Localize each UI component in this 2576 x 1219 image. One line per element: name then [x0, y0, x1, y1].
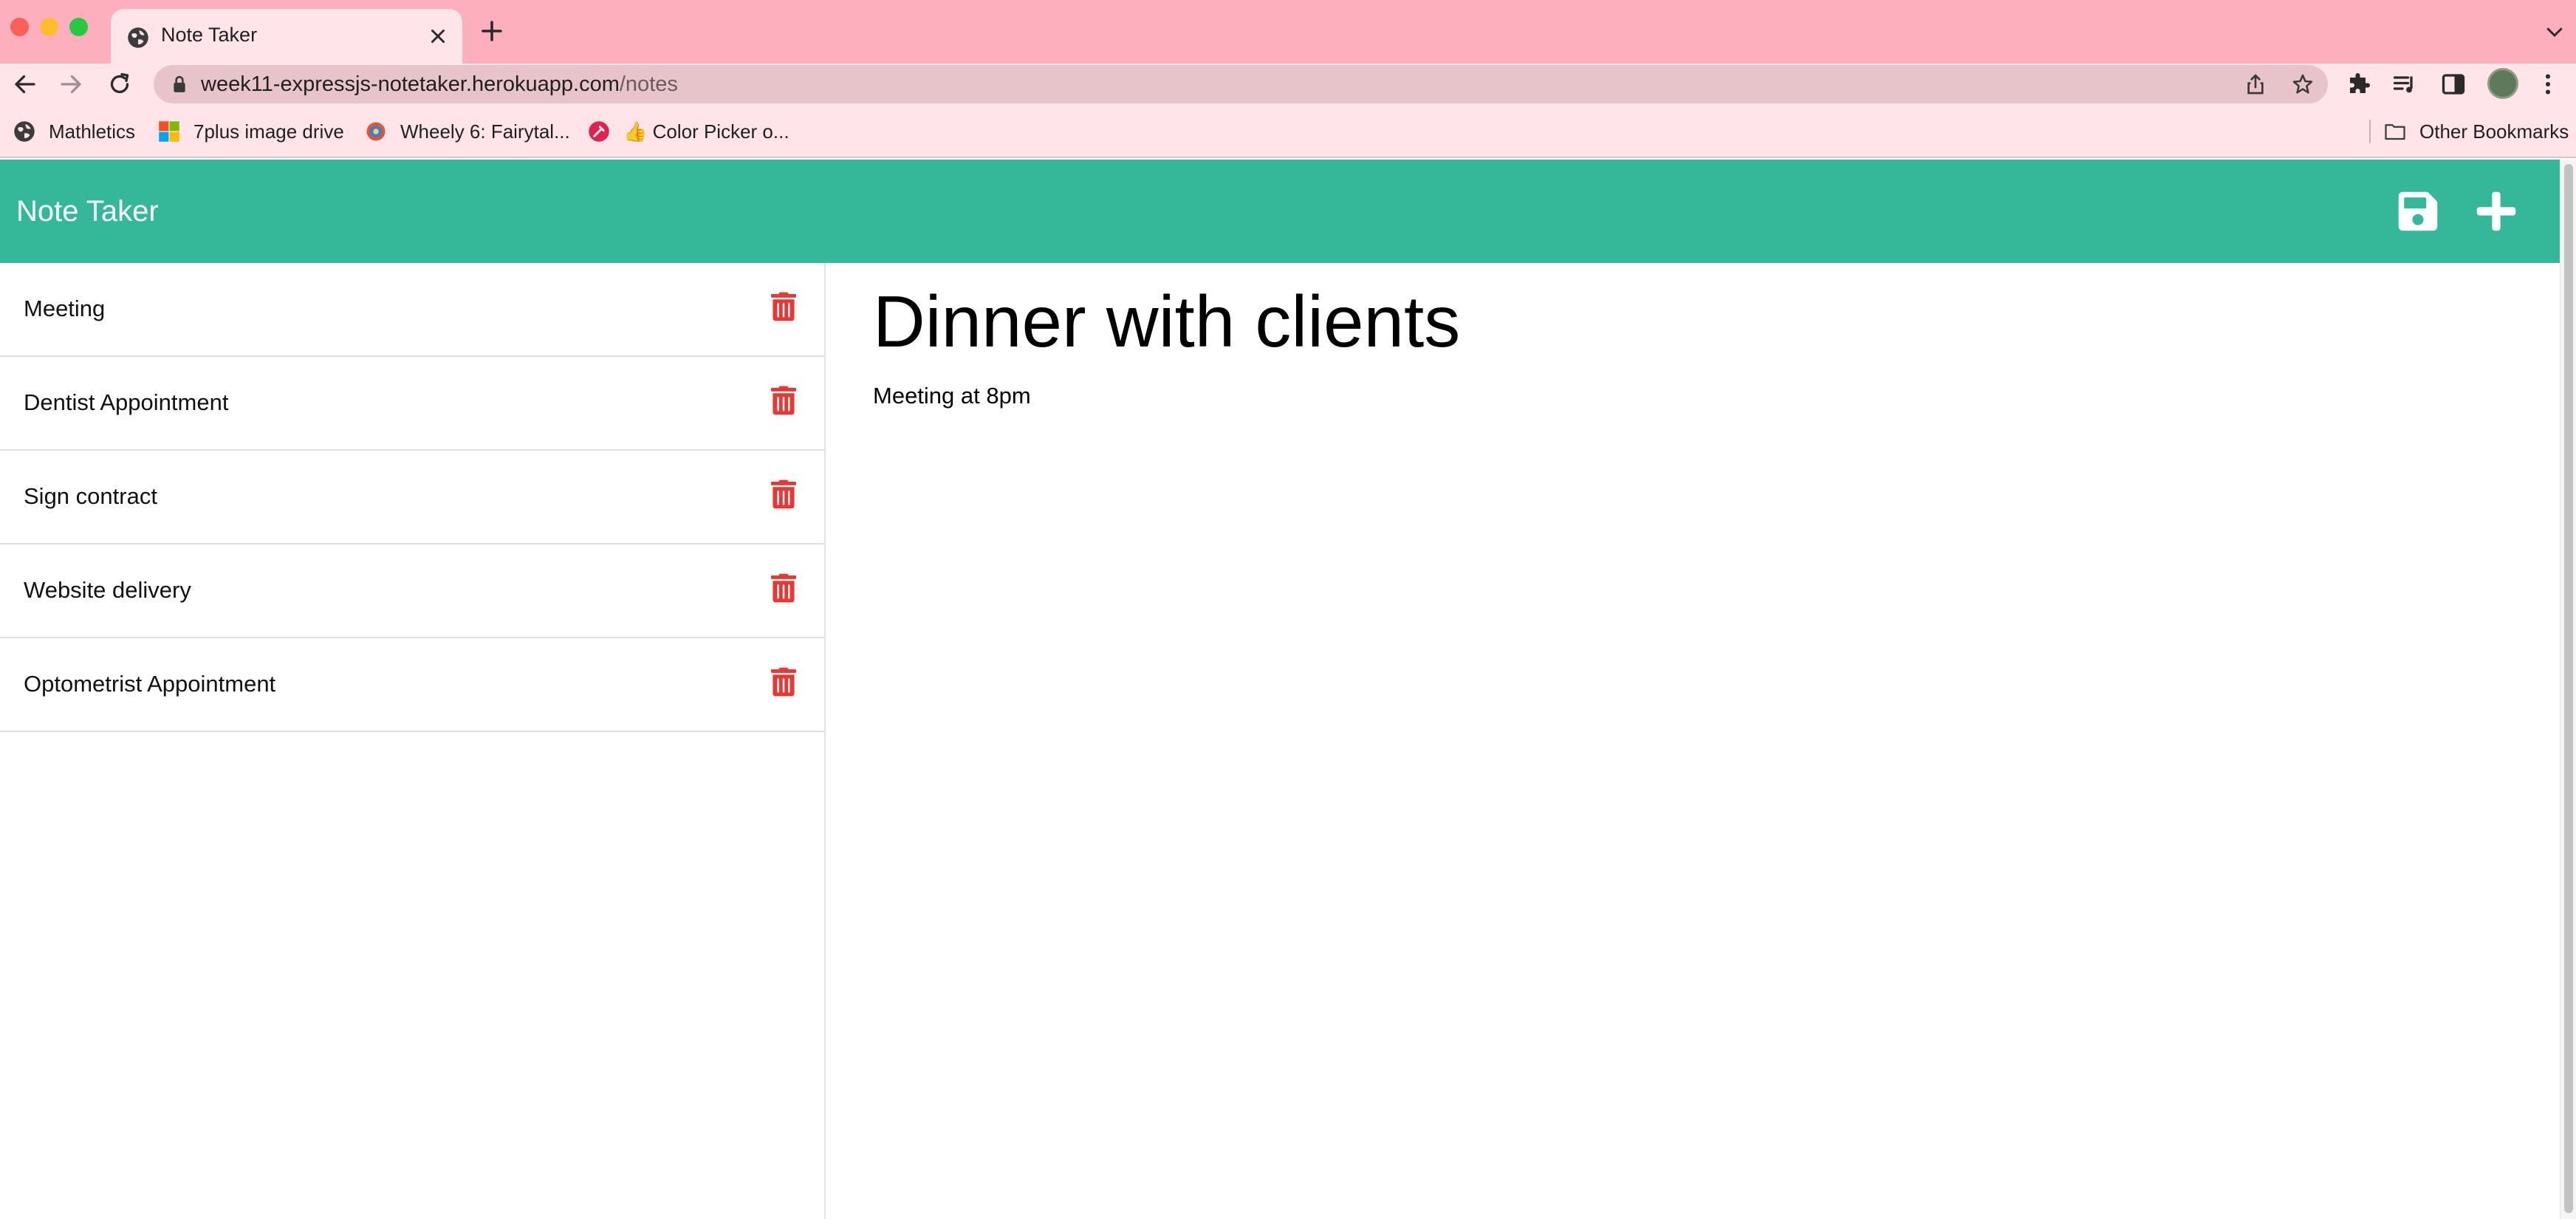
- globe-icon: [128, 27, 148, 48]
- delete-trash-icon[interactable]: [771, 385, 796, 416]
- url-domain: week11-expressjs-notetaker.herokuapp.com: [201, 72, 620, 96]
- windows-logo-icon: [159, 121, 179, 142]
- bookmark-item[interactable]: Wheely 6: Fairytal...: [365, 118, 570, 145]
- note-list-title: Optometrist Appointment: [24, 671, 276, 697]
- bookmark-label: Mathletics: [49, 120, 136, 143]
- other-bookmarks[interactable]: Other Bookmarks: [2384, 118, 2569, 145]
- bookmarks-separator: [2369, 120, 2371, 143]
- bookmark-star-icon[interactable]: [2291, 72, 2315, 96]
- delete-trash-icon[interactable]: [771, 666, 796, 697]
- maximize-window-button[interactable]: [69, 18, 88, 36]
- bookmark-item[interactable]: Mathletics: [13, 118, 135, 145]
- profile-avatar[interactable]: [2487, 68, 2518, 99]
- bookmarks-bar: Mathletics 7plus image drive Wheely 6: F…: [0, 105, 2576, 158]
- other-bookmarks-label: Other Bookmarks: [2419, 120, 2569, 143]
- extensions-puzzle-icon[interactable]: [2346, 71, 2372, 98]
- delete-trash-icon[interactable]: [771, 479, 796, 510]
- page-scrollbar[interactable]: [2560, 160, 2576, 1219]
- note-list-item[interactable]: Sign contract: [0, 451, 824, 544]
- note-title-field[interactable]: Dinner with clients: [873, 281, 2498, 362]
- bookmark-item[interactable]: 👍 Color Picker o...: [588, 118, 789, 145]
- note-list-title: Dentist Appointment: [24, 389, 229, 415]
- chevron-down-icon[interactable]: [2544, 21, 2566, 43]
- globe-icon: [14, 121, 35, 142]
- folder-icon: [2385, 124, 2405, 140]
- media-queue-icon[interactable]: [2391, 71, 2418, 98]
- url-text[interactable]: week11-expressjs-notetaker.herokuapp.com…: [201, 72, 678, 97]
- browser-toolbar: week11-expressjs-notetaker.herokuapp.com…: [0, 64, 2576, 105]
- forward-arrow-icon[interactable]: [58, 71, 84, 98]
- new-note-plus-icon[interactable]: [2474, 189, 2518, 233]
- bookmark-label: 👍 Color Picker o...: [623, 120, 789, 143]
- lock-icon[interactable]: [171, 75, 188, 93]
- bookmark-label: 7plus image drive: [193, 120, 344, 143]
- note-list-item[interactable]: Dentist Appointment: [0, 357, 824, 451]
- target-icon: [366, 122, 386, 141]
- delete-trash-icon[interactable]: [771, 573, 796, 604]
- browser-tab-bar: Note Taker: [0, 0, 2576, 64]
- note-list-item[interactable]: Website delivery: [0, 544, 824, 638]
- note-text-field[interactable]: Meeting at 8pm: [873, 383, 2498, 409]
- back-arrow-icon[interactable]: [12, 71, 38, 98]
- note-list-title: Sign contract: [24, 483, 157, 509]
- bookmark-label: Wheely 6: Fairytal...: [400, 120, 570, 143]
- app-brand[interactable]: Note Taker: [16, 195, 159, 228]
- close-tab-icon[interactable]: [427, 25, 449, 47]
- note-list-title: Website delivery: [24, 577, 191, 603]
- share-icon[interactable]: [2244, 72, 2267, 96]
- notes-sidebar: Meeting Dentist Appointment Sign contrac…: [0, 263, 826, 1219]
- url-path: /notes: [619, 72, 678, 96]
- reload-icon[interactable]: [106, 71, 133, 98]
- browser-tab-active[interactable]: Note Taker: [111, 9, 462, 64]
- bookmark-item[interactable]: 7plus image drive: [158, 118, 344, 145]
- note-editor: Dinner with clients Meeting at 8pm: [873, 281, 2498, 409]
- address-bar[interactable]: week11-expressjs-notetaker.herokuapp.com…: [154, 65, 2328, 103]
- minimize-window-button[interactable]: [40, 18, 58, 36]
- tab-title: Note Taker: [161, 24, 258, 46]
- delete-trash-icon[interactable]: [771, 291, 796, 322]
- new-tab-icon[interactable]: [479, 18, 505, 44]
- scrollbar-thumb[interactable]: [2564, 164, 2573, 1213]
- note-list-title: Meeting: [24, 296, 106, 321]
- more-menu-icon[interactable]: [2535, 71, 2561, 98]
- note-list-item[interactable]: Optometrist Appointment: [0, 638, 824, 732]
- note-list-item[interactable]: Meeting: [0, 263, 824, 357]
- color-picker-icon: [589, 121, 609, 142]
- save-note-icon[interactable]: [2396, 189, 2440, 233]
- close-window-button[interactable]: [10, 18, 29, 36]
- app-navbar: Note Taker: [0, 160, 2560, 263]
- side-panel-icon[interactable]: [2440, 71, 2467, 98]
